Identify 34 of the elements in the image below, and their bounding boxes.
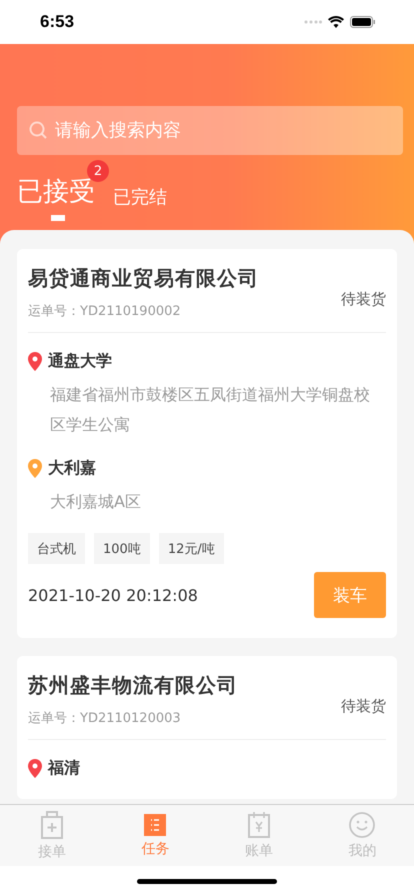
list-icon — [144, 814, 166, 836]
location-pin-icon — [28, 459, 42, 478]
place-name: 福清 — [48, 758, 80, 779]
cargo-tag: 100吨 — [94, 533, 150, 564]
calendar-yen-icon — [248, 812, 270, 838]
location-pin-icon — [28, 759, 42, 778]
place-name: 大利嘉 — [48, 458, 96, 479]
company-name: 苏州盛丰物流有限公司 — [28, 672, 238, 699]
waybill-number: 运单号：YD2110120003 — [28, 710, 182, 727]
search-icon — [29, 121, 47, 139]
place-address: 福建省福州市鼓楼区五凤街道福州大学铜盘校区学生公寓 — [49, 384, 371, 436]
bag-plus-icon — [40, 810, 64, 838]
order-status: 待装货 — [341, 290, 386, 309]
location-pin-icon — [28, 352, 42, 371]
tab-indicator — [51, 215, 65, 221]
load-button[interactable]: 装车 — [314, 572, 386, 618]
status-time: 6:53 — [40, 12, 74, 32]
waybill-number: 运单号：YD2110190002 — [28, 303, 182, 320]
wifi-icon — [328, 16, 344, 28]
nav-tab[interactable]: 我的 — [310, 805, 414, 866]
signal-icon — [304, 20, 322, 24]
cargo-tag: 台式机 — [28, 533, 85, 564]
order-status: 待装货 — [341, 697, 386, 716]
nav-tab[interactable]: 接单 — [0, 805, 104, 866]
nav-tab[interactable]: 账单 — [207, 805, 310, 866]
order-time: 2021-10-20 20:12:08 — [28, 586, 198, 604]
place-name: 通盘大学 — [48, 351, 112, 372]
nav-tab[interactable]: 任务 — [104, 805, 207, 866]
smiley-icon — [349, 812, 376, 838]
cargo-tag: 12元/吨 — [158, 533, 224, 564]
battery-icon — [350, 16, 376, 28]
company-name: 易贷通商业贸易有限公司 — [28, 265, 259, 292]
tab[interactable]: 已完结 — [113, 185, 167, 209]
place-address: 大利嘉城A区 — [49, 491, 142, 513]
